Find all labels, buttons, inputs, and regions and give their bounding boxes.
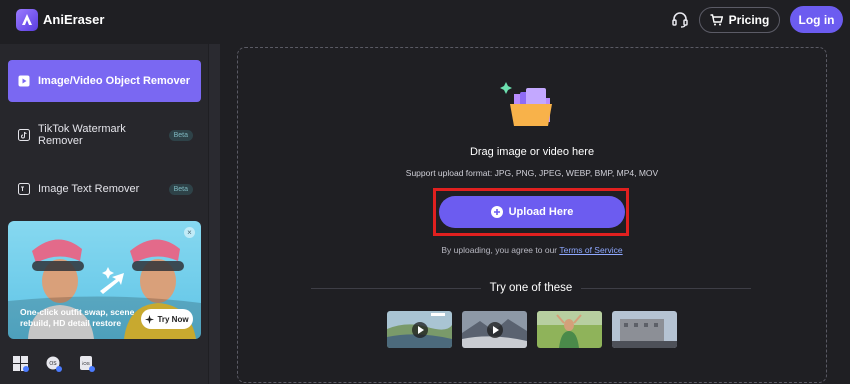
- try-now-button[interactable]: Try Now: [141, 309, 193, 329]
- sidebar-scrollbar[interactable]: [209, 44, 220, 384]
- beta-badge: Beta: [168, 129, 193, 141]
- svg-text:OS: OS: [49, 361, 57, 367]
- promo-text: One-click outfit swap, scene rebuild, HD…: [20, 307, 135, 328]
- svg-text:iOS: iOS: [82, 361, 90, 366]
- sidebar-item-label: Image Text Remover: [38, 183, 140, 195]
- upload-label: Upload Here: [508, 206, 574, 218]
- try-now-label: Try Now: [157, 314, 189, 324]
- play-icon: [487, 322, 503, 338]
- sidebar-item-object-remover[interactable]: Image/Video Object Remover: [8, 60, 201, 102]
- play-video-icon: [18, 75, 30, 87]
- top-header: AniEraser Pricing Log in: [0, 0, 850, 40]
- folder-upload-icon: [500, 82, 552, 126]
- brand-name[interactable]: AniEraser: [43, 12, 104, 27]
- thumb-image: [612, 311, 677, 348]
- sparkle-icon: [145, 314, 155, 324]
- example-thumb-city-building[interactable]: [612, 311, 677, 348]
- thumb-image: [537, 311, 602, 348]
- drag-instruction: Drag image or video here: [469, 146, 595, 158]
- promo-banner[interactable]: × One-click outfit swap, scene rebuild, …: [8, 221, 201, 339]
- example-thumb-woman-meadow[interactable]: [537, 311, 602, 348]
- sidebar-item-tiktok-watermark[interactable]: TikTok Watermark Remover Beta: [8, 114, 201, 156]
- divider-left: [311, 288, 481, 289]
- example-thumb-coastal-road[interactable]: [387, 311, 452, 348]
- terms-of-service-link[interactable]: Terms of Service: [559, 245, 622, 255]
- beta-badge: Beta: [168, 183, 193, 195]
- example-thumb-mountain-clouds[interactable]: [462, 311, 527, 348]
- terms-prefix: By uploading, you agree to our: [441, 245, 560, 255]
- sidebar-item-image-text-remover[interactable]: Image Text Remover Beta: [8, 168, 201, 210]
- windows-icon[interactable]: [13, 356, 29, 372]
- cart-icon: [710, 14, 723, 26]
- pricing-button[interactable]: Pricing: [699, 7, 780, 33]
- aniearser-logo-icon[interactable]: [16, 9, 38, 31]
- play-icon: [412, 322, 428, 338]
- supported-formats: Support upload format: JPG, PNG, JPEG, W…: [405, 168, 659, 178]
- upload-here-button[interactable]: Upload Here: [439, 196, 625, 228]
- sidebar-item-label: TikTok Watermark Remover: [38, 123, 126, 147]
- examples-title: Try one of these: [489, 282, 573, 294]
- pricing-label: Pricing: [728, 13, 770, 27]
- login-button[interactable]: Log in: [790, 6, 843, 33]
- plus-circle-icon: [490, 206, 503, 218]
- macos-icon[interactable]: OS: [46, 356, 62, 372]
- close-icon[interactable]: ×: [184, 227, 195, 238]
- divider-right: [581, 288, 751, 289]
- terms-notice: By uploading, you agree to our Terms of …: [380, 245, 684, 255]
- image-text-icon: [18, 183, 30, 195]
- headset-support-icon[interactable]: [670, 10, 690, 30]
- sidebar-item-label: Image/Video Object Remover: [38, 75, 191, 87]
- tiktok-icon: [18, 129, 30, 141]
- ios-icon[interactable]: iOS: [79, 356, 95, 372]
